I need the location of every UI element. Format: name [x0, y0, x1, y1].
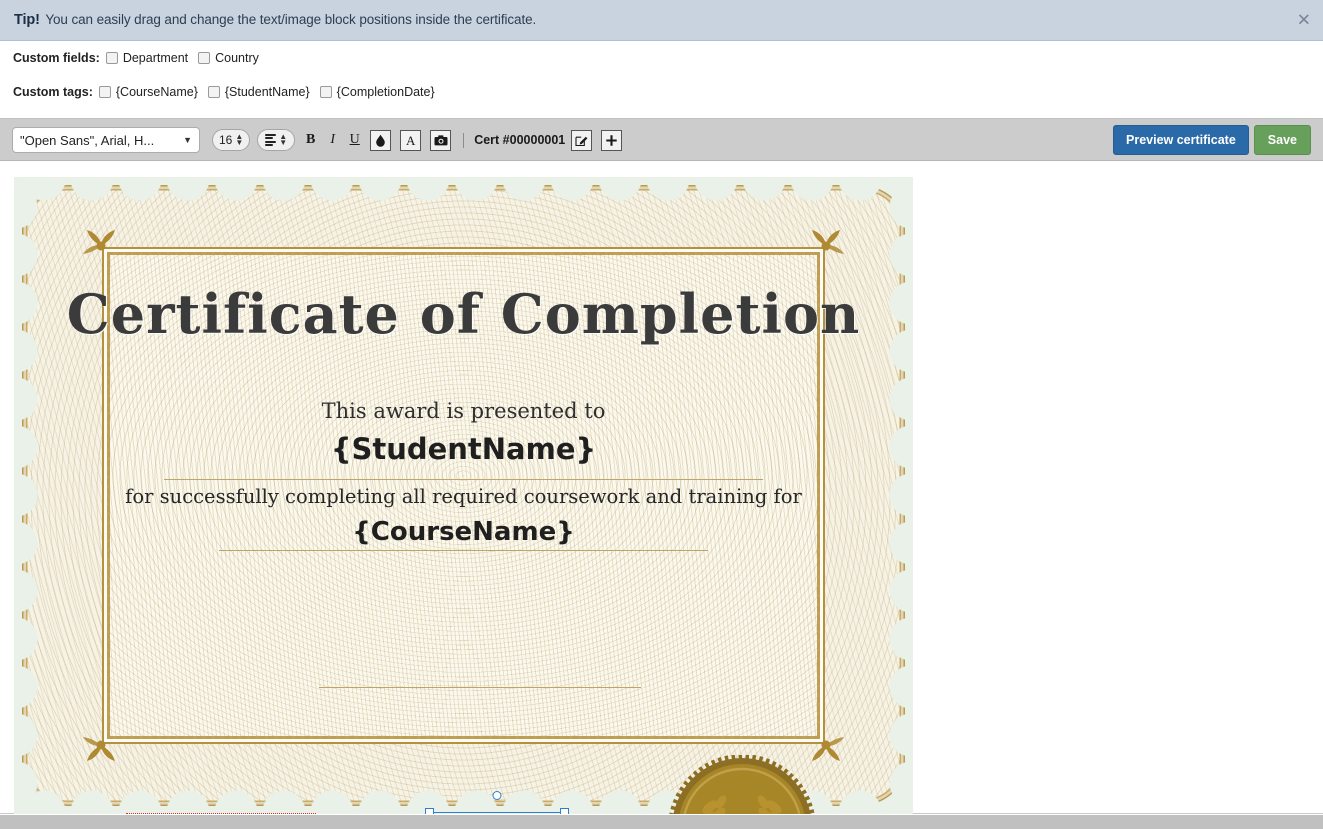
edit-square-icon [575, 136, 588, 146]
custom-tag-option-coursename[interactable]: {CourseName} [98, 85, 198, 99]
edit-certificate-number-button[interactable] [571, 129, 593, 151]
certificate-number-label: Cert #00000001 [474, 133, 566, 147]
italic-button[interactable]: I [326, 132, 339, 148]
font-family-select[interactable]: "Open Sans", Arial, H... [12, 127, 200, 153]
course-name-rule [219, 550, 708, 551]
spinner-arrows-icon: ▲ ▼ [235, 132, 244, 147]
custom-tag-label-completiondate: {CompletionDate} [336, 85, 435, 99]
checkbox-coursename[interactable] [98, 86, 111, 98]
checkbox-studentname[interactable] [207, 86, 220, 98]
certificate-canvas-panel: Certificate of Completion This award is … [0, 161, 1323, 814]
editor-toolbar: "Open Sans", Arial, H... ▼ 16 ▲ ▼ ▲ ▼ B I … [0, 119, 1323, 161]
font-size-value: 16 [219, 133, 233, 147]
award-line-text[interactable]: This award is presented to [14, 399, 913, 423]
checkbox-department[interactable] [105, 52, 118, 64]
custom-field-option-department[interactable]: Department [105, 51, 189, 65]
resize-handle-top-left[interactable] [425, 808, 434, 814]
tip-message: You can easily drag and change the text/… [45, 12, 537, 27]
custom-fields-row: Custom fields: Department Country [13, 51, 269, 65]
toolbar-left-group: "Open Sans", Arial, H... ▼ 16 ▲ ▼ ▲ ▼ B I … [12, 119, 623, 161]
underline-button[interactable]: U [348, 132, 361, 148]
insert-image-button[interactable] [430, 129, 452, 151]
tip-banner: Tip! You can easily drag and change the … [0, 0, 1323, 41]
course-name-block[interactable]: {CourseName} [14, 517, 913, 547]
window-footer-bar [0, 815, 1323, 829]
fill-color-icon [376, 134, 386, 147]
gold-seal-laurel-icon[interactable] [669, 755, 815, 814]
add-block-button[interactable] [601, 129, 623, 151]
text-align-dropdown[interactable]: ▲ ▼ [257, 129, 296, 151]
custom-tags-label: Custom tags: [13, 85, 93, 99]
student-name-block[interactable]: {StudentName} [14, 432, 913, 466]
checkbox-country[interactable] [198, 52, 211, 64]
tip-text: Tip! You can easily drag and change the … [14, 12, 536, 28]
certificate-title[interactable]: Certificate of Completion [14, 282, 913, 346]
custom-meta-panel: Custom fields: Department Country Custom… [0, 41, 1323, 119]
custom-field-label-department: Department [122, 51, 189, 65]
save-button[interactable]: Save [1253, 125, 1311, 155]
resize-handle-top-right[interactable] [560, 808, 569, 814]
certificate-canvas[interactable]: Certificate of Completion This award is … [14, 177, 913, 814]
body-line-text[interactable]: for successfully completing all required… [14, 485, 913, 508]
custom-tag-label-studentname: {StudentName} [224, 85, 310, 99]
certificate-number-block[interactable]: {certificate_number} [126, 813, 316, 814]
spinner-arrows-icon: ▲ ▼ [279, 132, 288, 147]
bold-button[interactable]: B [304, 132, 317, 148]
close-icon[interactable]: ✕ [1297, 12, 1311, 29]
certificate-title-text: Certificate of Completion [66, 282, 861, 346]
font-color-button[interactable]: A [400, 129, 422, 151]
certificate-editor-page: Tip! You can easily drag and change the … [0, 0, 1323, 829]
align-justify-icon [265, 134, 277, 146]
student-name-rule [164, 479, 763, 480]
custom-tags-row: Custom tags: {CourseName} {StudentName} … [13, 85, 445, 99]
preview-certificate-button[interactable]: Preview certificate [1113, 125, 1249, 155]
plus-square-icon [606, 134, 617, 146]
rotate-handle-icon[interactable] [492, 791, 502, 800]
font-family-select-wrap: "Open Sans", Arial, H... ▼ [12, 127, 200, 153]
custom-field-label-country: Country [215, 51, 259, 65]
tip-strong-label: Tip! [14, 12, 40, 28]
fill-color-button[interactable] [370, 129, 392, 151]
custom-tag-label-coursename: {CourseName} [115, 85, 198, 99]
custom-tag-option-studentname[interactable]: {StudentName} [207, 85, 310, 99]
checkbox-completiondate[interactable] [319, 86, 332, 98]
custom-field-option-country[interactable]: Country [198, 51, 259, 65]
toolbar-right-group: Preview certificate Save [1113, 119, 1311, 161]
font-size-stepper[interactable]: 16 ▲ ▼ [212, 129, 251, 151]
toolbar-divider [463, 132, 465, 148]
font-color-icon: A [406, 132, 416, 148]
certificate-content: Certificate of Completion This award is … [14, 177, 913, 814]
camera-icon [434, 134, 448, 145]
custom-tag-option-completiondate[interactable]: {CompletionDate} [319, 85, 435, 99]
custom-fields-label: Custom fields: [13, 51, 100, 65]
completion-date-block[interactable]: {CompletionDate} [425, 791, 569, 814]
completion-date-rule [319, 687, 641, 688]
